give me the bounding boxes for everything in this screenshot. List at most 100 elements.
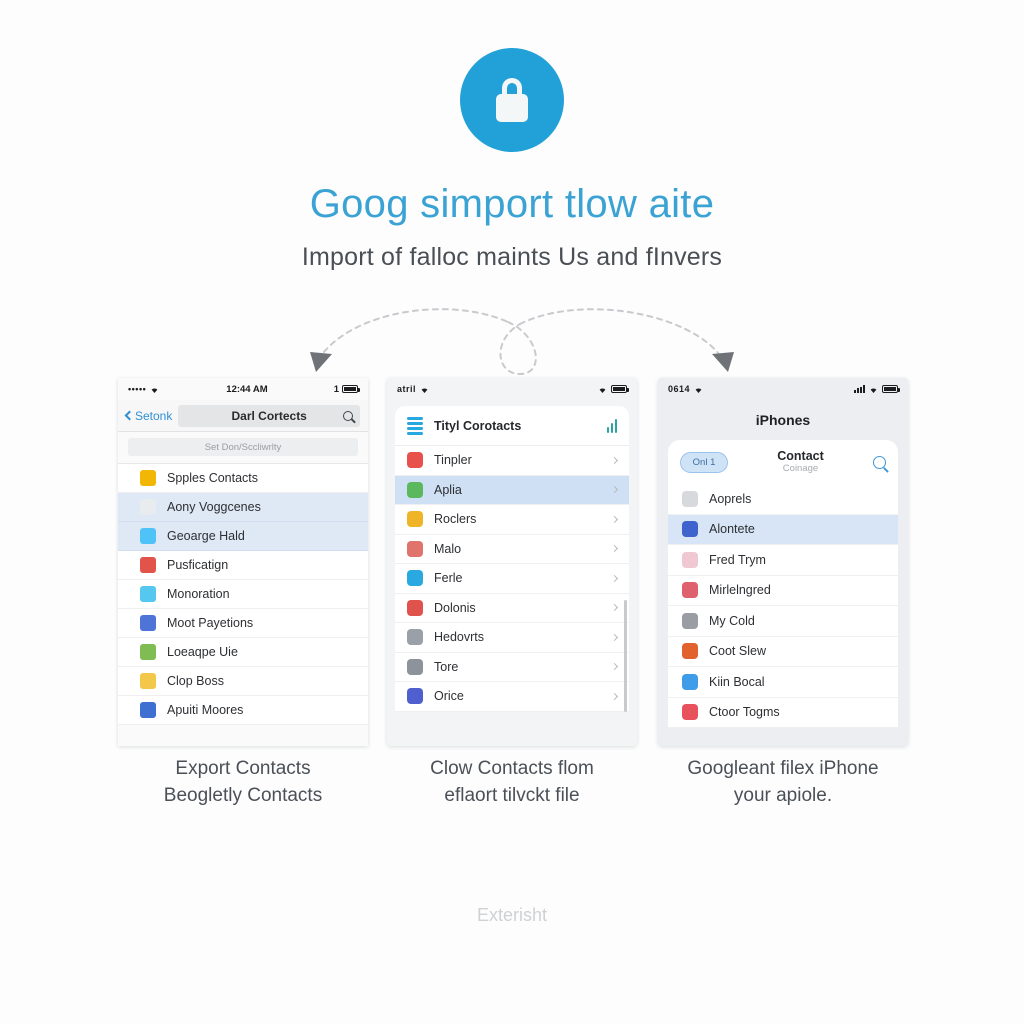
list-item[interactable]: My Cold [668,606,898,637]
list-item[interactable]: Dolonis [395,593,629,623]
list-item[interactable]: Ferle [395,564,629,594]
list-item-label: Loeaqpe Uie [167,645,238,659]
list-item-label: Tore [434,659,459,674]
battery-level-label: 1 [333,383,339,395]
search-icon[interactable] [873,455,886,469]
chevron-right-icon [610,515,619,523]
list-item[interactable]: Aony Voggcenes [118,493,368,522]
list-item[interactable]: Clop Boss [118,667,368,696]
list-item[interactable]: Pusficatign [118,551,368,580]
connector-arrows [0,288,1024,380]
chevron-right-icon [610,456,619,464]
filter-pill-button[interactable]: Onl 1 [680,451,728,473]
connector-right-arrowhead [712,352,734,372]
list-item[interactable]: Hedovrts [395,623,629,653]
app-icon [140,557,156,573]
status-left: atril [397,384,430,394]
scrollbar[interactable] [624,600,627,712]
phone-mockups-row: ••••• 12:44 AM 1 Setonk Darl Cortects Se… [0,378,1024,750]
list-item[interactable]: Coot Slew [668,637,898,667]
list-item[interactable]: Apuiti Moores [118,696,368,725]
list-item-label: Apuiti Moores [167,703,244,717]
carrier-label: atril [397,384,417,394]
list-item-label: Ctoor Togms [709,705,780,720]
page-subtitle: Import of falloc maints Us and fInvers [301,243,723,271]
list-item[interactable]: Aplia [395,475,629,505]
app-icon [682,612,698,629]
list-item[interactable]: Fred Trym [668,545,898,576]
app-icon [140,644,156,660]
list-item[interactable]: Alontete [668,514,898,545]
app-icon [140,528,156,544]
list-item-label: Monoration [167,587,230,601]
list-item-label: Ferle [434,571,463,586]
list-item-label: Coot Slew [709,644,766,659]
list-item[interactable]: Roclers [395,505,629,535]
contacts-card: Tityl Corotacts Tinpler Aplia Roclers Ma… [395,406,629,712]
list-item[interactable]: Aoprels [668,484,898,515]
app-icon [407,599,423,616]
list-item[interactable]: Spples Contacts [118,464,368,493]
list-item[interactable]: Tinpler [395,446,629,476]
caption-iphone: Googleant filex iPhone your apiole. [687,758,879,806]
connector-loop-path [499,321,537,376]
search-input[interactable]: Darl Cortects [178,404,360,427]
list-item[interactable]: Moot Payetions [118,609,368,638]
list-item[interactable]: Kiin Bocal [668,667,898,698]
search-icon [343,410,353,421]
wifi-icon [421,388,428,393]
list-item[interactable]: Orice [395,682,629,712]
list-item-label: Dolonis [434,600,476,615]
list-item-label: Pusficatign [167,558,229,572]
list-item-label: Alontete [709,522,755,537]
list-item[interactable]: Malo [395,534,629,564]
card-header: Tityl Corotacts [395,406,629,446]
list-item[interactable]: Tore [395,652,629,682]
card-title: Contact [777,448,824,463]
list-item-label: Malo [434,541,462,556]
phone-mockup-export: ••••• 12:44 AM 1 Setonk Darl Cortects Se… [118,378,368,746]
status-bar: ••••• 12:44 AM 1 [118,378,368,400]
connector-right-path [519,308,723,359]
list-item[interactable]: Mirlelngred [668,576,898,606]
back-label: Setonk [135,408,173,423]
back-button[interactable]: Setonk [124,408,173,423]
infographic-page: Goog simport tlow aite Import of falloc … [0,0,1024,1024]
app-icon [682,704,698,721]
list-item-label: Geoarge Hald [167,529,245,543]
list-item-label: Orice [434,689,464,704]
app-icon [140,702,156,718]
list-item-label: Fred Trym [709,552,766,567]
list-item[interactable]: Geoarge Hald [118,522,368,551]
connector-svg [310,308,734,376]
battery-icon [882,385,900,393]
status-right: 1 [333,383,360,395]
contacts-card: Onl 1 Contact Coinage Aoprels Alontete F… [668,440,898,728]
list-item-label: Roclers [434,512,477,527]
card-header: Onl 1 Contact Coinage [668,440,898,484]
list-item-label: Kiin Bocal [709,674,765,689]
list-item[interactable]: Ctoor Togms [668,698,898,728]
chevron-right-icon [610,663,619,671]
list-item-label: Clop Boss [167,674,224,688]
app-icon [682,490,698,507]
page-title: iPhones [755,412,811,428]
app-icon [140,499,156,515]
header: Goog simport tlow aite Import of falloc … [0,0,1024,272]
app-icon [682,582,698,599]
card-title: Tityl Corotacts [434,418,522,433]
list-item-label: Aony Voggcenes [167,500,261,514]
chart-icon[interactable] [606,418,617,433]
battery-icon [611,385,629,393]
sub-bar: Set Don/Sccliwrlty [128,438,358,456]
list-item[interactable]: Monoration [118,580,368,609]
status-left: ••••• [128,384,160,394]
search-value: Darl Cortects [231,408,307,423]
list-item-label: Aoprels [709,491,752,506]
list-item[interactable]: Loeaqpe Uie [118,638,368,667]
list-item-label: Tinpler [434,453,472,468]
app-icon [407,540,423,557]
app-icon [140,673,156,689]
lock-body-icon [496,94,528,122]
chevron-right-icon [610,692,619,700]
